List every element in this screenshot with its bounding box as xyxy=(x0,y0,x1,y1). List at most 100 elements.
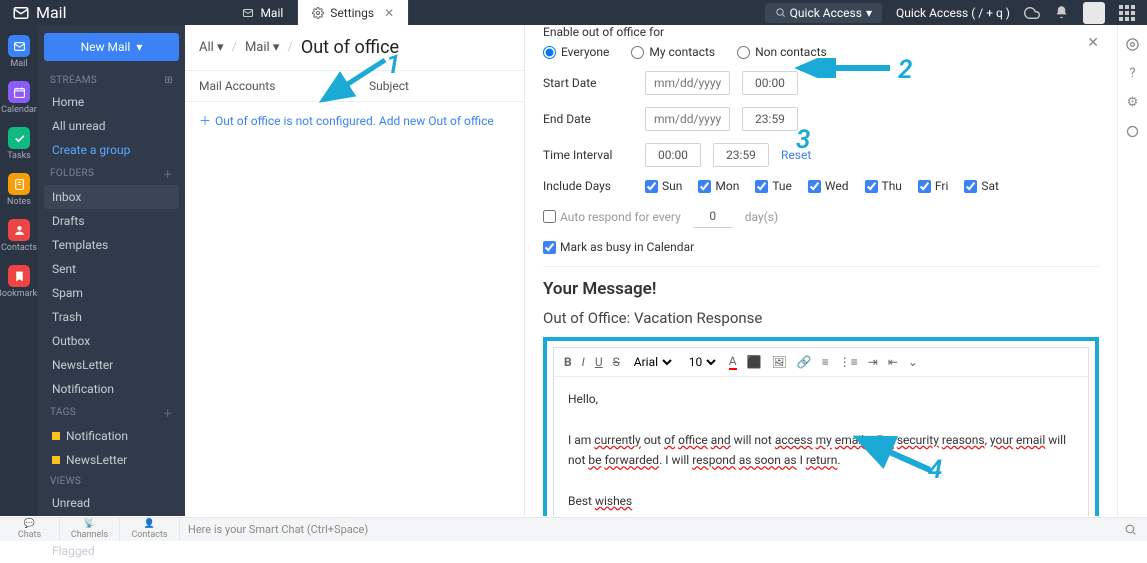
close-panel-icon[interactable]: ✕ xyxy=(1087,35,1099,51)
sidebar-notification[interactable]: Notification xyxy=(44,377,179,401)
col-mail-accounts: Mail Accounts xyxy=(199,79,369,93)
day-sun[interactable]: Sun xyxy=(645,179,682,193)
radio-my-contacts[interactable]: My contacts xyxy=(631,45,715,59)
add-tag-icon[interactable]: ＋ xyxy=(163,405,173,420)
tab-settings[interactable]: Settings ✕ xyxy=(298,0,409,25)
rail-bookmarks[interactable]: Bookmarks xyxy=(3,261,35,303)
bottom-contacts[interactable]: 👤Contacts xyxy=(120,518,180,541)
indent-icon[interactable]: ⇥ xyxy=(868,355,878,369)
size-select[interactable]: 10 xyxy=(685,354,719,370)
add-folder-icon[interactable]: ＋ xyxy=(163,166,173,181)
radio-non-contacts[interactable]: Non contacts xyxy=(737,45,827,59)
alert-icon[interactable]: ⚙ xyxy=(1127,95,1139,110)
avatar[interactable] xyxy=(1083,2,1105,24)
divider xyxy=(543,266,1099,267)
gear-icon[interactable] xyxy=(1125,37,1140,52)
new-mail-button[interactable]: New Mail▾ xyxy=(44,33,179,61)
mail-icon xyxy=(12,4,30,22)
bottom-chats[interactable]: 💬Chats xyxy=(0,518,60,541)
add-out-of-office-link[interactable]: ＋ Out of office is not configured. Add n… xyxy=(185,102,524,139)
reset-link[interactable]: Reset xyxy=(781,148,811,162)
sidebar-tag-newsletter[interactable]: NewsLetter xyxy=(44,448,179,472)
radio-everyone[interactable]: Everyone xyxy=(543,45,609,59)
app-grid-icon[interactable] xyxy=(1119,5,1135,21)
sidebar-create-group[interactable]: Create a group xyxy=(44,138,179,162)
rail-contacts[interactable]: Contacts xyxy=(3,215,35,257)
font-select[interactable]: Arial xyxy=(630,354,675,370)
chevron-down-icon: ▾ xyxy=(136,40,142,54)
italic-icon[interactable]: I xyxy=(582,355,585,369)
sidebar-newsletter[interactable]: NewsLetter xyxy=(44,353,179,377)
form-panel: ✕ Enable out of office for Everyone My c… xyxy=(525,25,1117,516)
sidebar-inbox[interactable]: Inbox xyxy=(44,185,179,209)
bold-icon[interactable]: B xyxy=(564,355,572,369)
crumb-mail[interactable]: Mail ▾ xyxy=(245,40,280,55)
brand-label: Mail xyxy=(36,3,66,22)
tab-mail[interactable]: Mail xyxy=(228,0,298,25)
body-wish: Best wishes xyxy=(568,491,1074,511)
crumb-all[interactable]: All ▾ xyxy=(199,40,224,55)
day-fri[interactable]: Fri xyxy=(918,179,948,193)
sidebar-drafts[interactable]: Drafts xyxy=(44,209,179,233)
views-header: VIEWS xyxy=(44,472,179,491)
auto-respond-days-input[interactable] xyxy=(693,205,733,228)
link-icon[interactable]: 🔗 xyxy=(797,355,812,369)
start-time-input[interactable] xyxy=(742,71,798,95)
bell-icon[interactable] xyxy=(1054,5,1069,20)
outdent-icon[interactable]: ⇤ xyxy=(888,355,898,369)
sidebar-templates[interactable]: Templates xyxy=(44,233,179,257)
sidebar-all-unread[interactable]: All unread xyxy=(44,114,179,138)
search-icon[interactable] xyxy=(1124,523,1137,536)
day-thu[interactable]: Thu xyxy=(865,179,902,193)
align-icon[interactable]: ≡ xyxy=(822,355,829,369)
rail-notes[interactable]: Notes xyxy=(3,169,35,211)
day-tue[interactable]: Tue xyxy=(755,179,792,193)
message-heading: Your Message! xyxy=(543,279,1099,299)
sidebar-home[interactable]: Home xyxy=(44,90,179,114)
sidebar-tag-notification[interactable]: Notification xyxy=(44,424,179,448)
rich-editor: B I U S Arial 10 A ⬛ 🖼 🔗 ≡ ⋮≡ ⇥ ⇤ ⌄ xyxy=(553,347,1089,516)
bottom-channels[interactable]: 📡Channels xyxy=(60,518,120,541)
list-icon[interactable]: ⋮≡ xyxy=(839,355,858,369)
day-mon[interactable]: Mon xyxy=(698,179,739,193)
include-days-row: Include Days Sun Mon Tue Wed Thu Fri Sat xyxy=(543,179,1099,193)
rail-calendar[interactable]: Calendar xyxy=(3,77,35,119)
text-color-icon[interactable]: A xyxy=(729,354,737,370)
quick-access-label: Quick Access xyxy=(790,6,862,20)
help-icon[interactable]: ? xyxy=(1129,66,1135,81)
more-icon[interactable]: ⌄ xyxy=(908,355,918,369)
highlight-icon[interactable]: ⬛ xyxy=(747,355,762,369)
rail-tasks[interactable]: Tasks xyxy=(3,123,35,165)
day-sat[interactable]: Sat xyxy=(964,179,999,193)
editor-body[interactable]: Hello, I am currently out of office and … xyxy=(554,377,1088,516)
start-date-input[interactable] xyxy=(645,71,730,95)
strike-icon[interactable]: S xyxy=(613,355,620,369)
day-wed[interactable]: Wed xyxy=(808,179,849,193)
widget-icon[interactable] xyxy=(1125,124,1140,139)
end-date-input[interactable] xyxy=(645,107,730,131)
close-tab-icon[interactable]: ✕ xyxy=(384,6,394,20)
sidebar-spam[interactable]: Spam xyxy=(44,281,179,305)
sidebar-trash[interactable]: Trash xyxy=(44,305,179,329)
tab-mail-label: Mail xyxy=(260,6,283,20)
sidebar-view-flagged[interactable]: Flagged xyxy=(44,539,179,563)
auto-respond-check[interactable]: Auto respond for every xyxy=(543,210,681,224)
image-icon[interactable]: 🖼 xyxy=(772,355,787,369)
rail-mail[interactable]: Mail xyxy=(3,31,35,73)
interval-from-input[interactable] xyxy=(645,143,701,167)
sidebar: New Mail▾ STREAMS⊞ Home All unread Creat… xyxy=(38,25,185,516)
chevron-down-icon: ▾ xyxy=(866,6,872,20)
sidebar-sent[interactable]: Sent xyxy=(44,257,179,281)
quick-access-button[interactable]: Quick Access ▾ xyxy=(765,3,882,23)
bottom-bar: 💬Chats 📡Channels 👤Contacts Here is your … xyxy=(0,517,1147,541)
sidebar-view-unread[interactable]: Unread xyxy=(44,491,179,515)
underline-icon[interactable]: U xyxy=(595,355,603,369)
cloud-icon[interactable] xyxy=(1024,5,1040,21)
enable-label: Enable out of office for xyxy=(543,25,1099,39)
sidebar-outbox[interactable]: Outbox xyxy=(44,329,179,353)
main: Mail Calendar Tasks Notes Contacts Bookm… xyxy=(0,25,1147,516)
interval-to-input[interactable] xyxy=(713,143,769,167)
end-time-input[interactable] xyxy=(742,107,798,131)
mark-busy-check[interactable]: Mark as busy in Calendar xyxy=(543,240,694,254)
add-stream-icon[interactable]: ⊞ xyxy=(164,75,173,86)
